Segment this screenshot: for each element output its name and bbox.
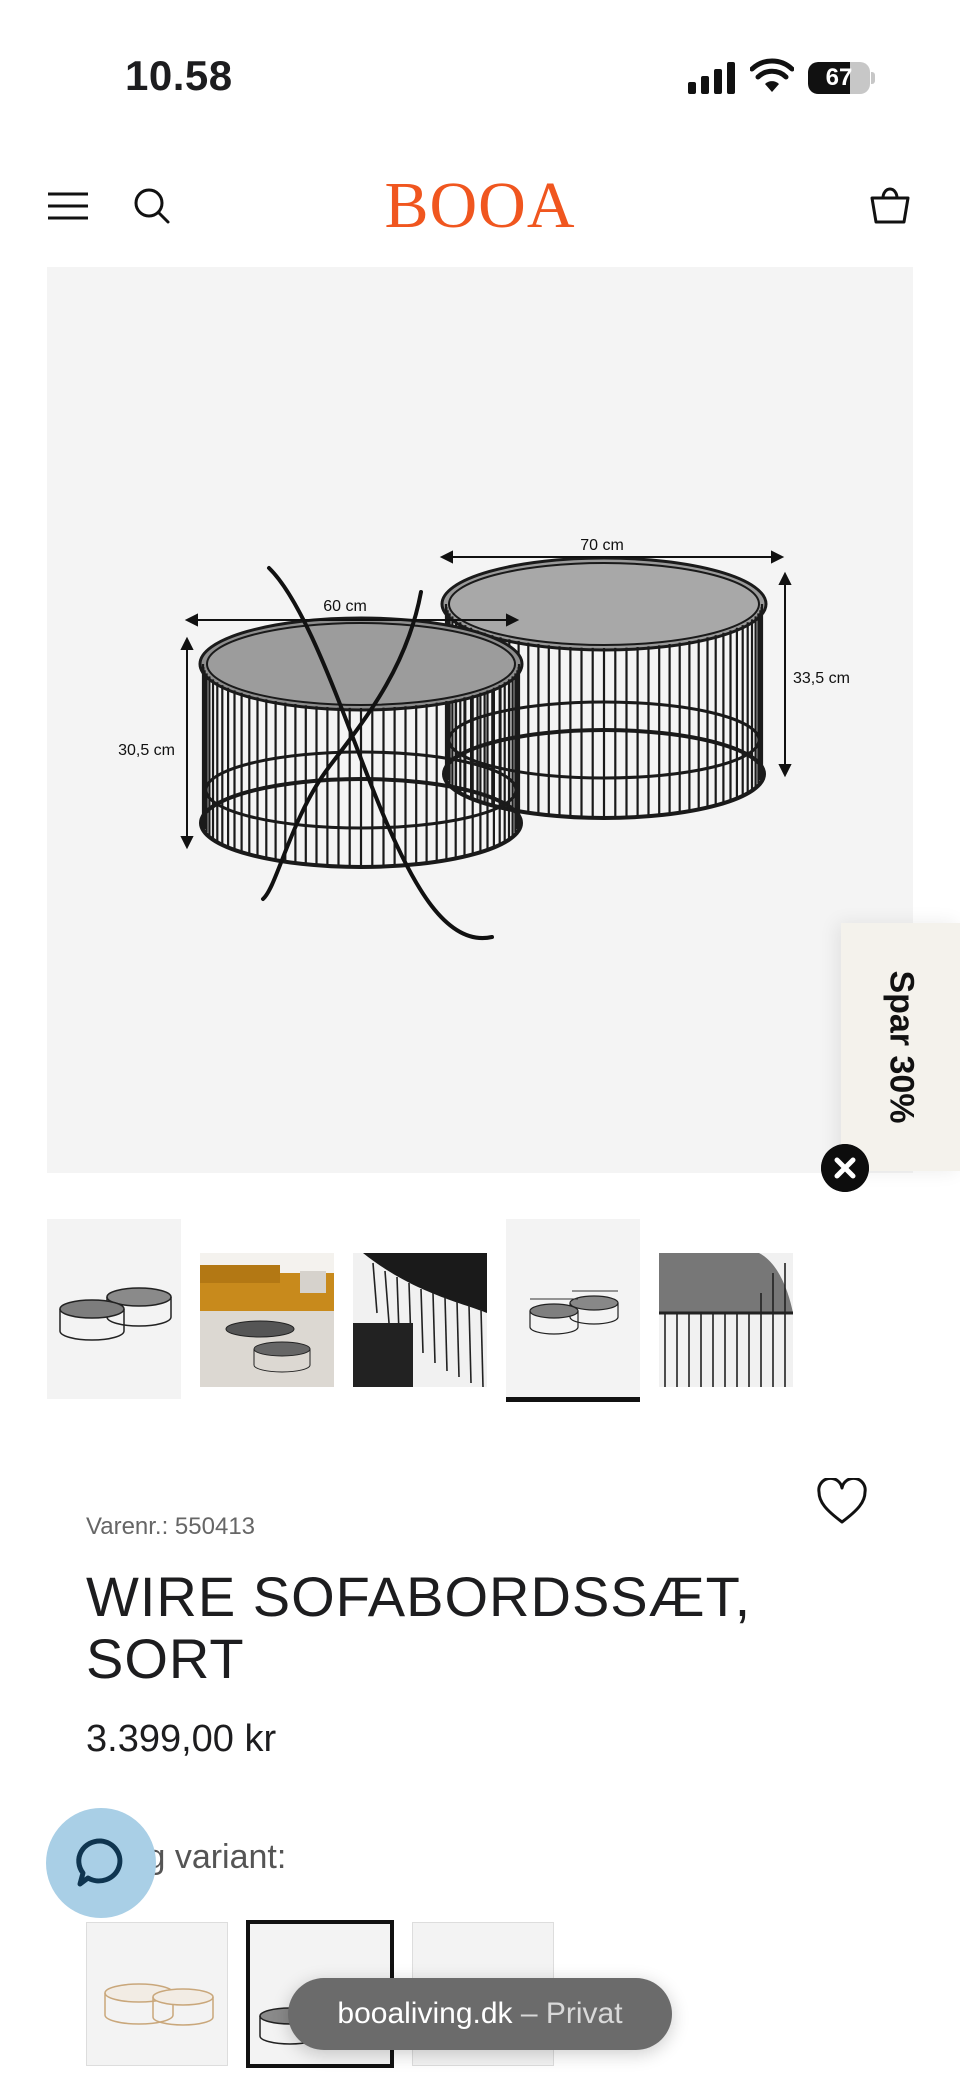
site-header: BOOA: [0, 160, 960, 256]
product-price: 3.399,00 kr: [86, 1718, 277, 1760]
product-illustration: 70 cm 60 cm 30,5 cm 33,5 cm: [118, 537, 850, 941]
thumb-detail-wire[interactable]: [659, 1219, 793, 1403]
battery-level: 67: [825, 64, 853, 91]
product-main-image[interactable]: 70 cm 60 cm 30,5 cm 33,5 cm: [47, 267, 913, 1173]
battery-icon: 67: [808, 62, 876, 94]
brand-logo[interactable]: BOOA: [0, 168, 960, 244]
browser-address-pill[interactable]: booaliving.dk – Privat: [288, 1978, 672, 2050]
shopping-basket-icon[interactable]: [868, 182, 912, 226]
dimension-small-height: 30,5 cm: [118, 742, 175, 759]
browser-domain: booaliving.dk: [337, 1997, 513, 2030]
status-time: 10.58: [125, 52, 233, 99]
thumb-dimensions[interactable]: [506, 1219, 640, 1403]
browser-private-mode: – Privat: [512, 1997, 623, 2030]
thumb-detail-close[interactable]: [353, 1219, 487, 1403]
heart-icon[interactable]: [816, 1478, 868, 1526]
thumb-livingroom[interactable]: [200, 1219, 334, 1403]
dimension-small-width: 60 cm: [323, 598, 367, 615]
wifi-icon: [750, 58, 794, 92]
product-title: WIRE SOFABORDSSÆT, SORT: [86, 1565, 752, 1690]
discount-promo-tab[interactable]: Spar 30%: [841, 923, 960, 1171]
chat-bubble-icon: [76, 1838, 123, 1887]
thumbnail-strip: [47, 1219, 913, 1403]
dimension-large-height: 33,5 cm: [793, 670, 850, 687]
close-icon[interactable]: [821, 1144, 869, 1192]
cellular-signal-icon: [688, 62, 735, 94]
chat-button[interactable]: [46, 1808, 156, 1918]
dimension-large-width: 70 cm: [580, 537, 624, 554]
thumb-tables-pair[interactable]: [47, 1219, 181, 1403]
status-bar: 10.58 67: [0, 0, 960, 140]
promo-label: Spar 30%: [882, 970, 921, 1124]
product-sku: Varenr.: 550413: [86, 1513, 256, 1540]
variant-option-gold[interactable]: [86, 1922, 228, 2066]
active-thumbnail-indicator: [506, 1397, 640, 1402]
